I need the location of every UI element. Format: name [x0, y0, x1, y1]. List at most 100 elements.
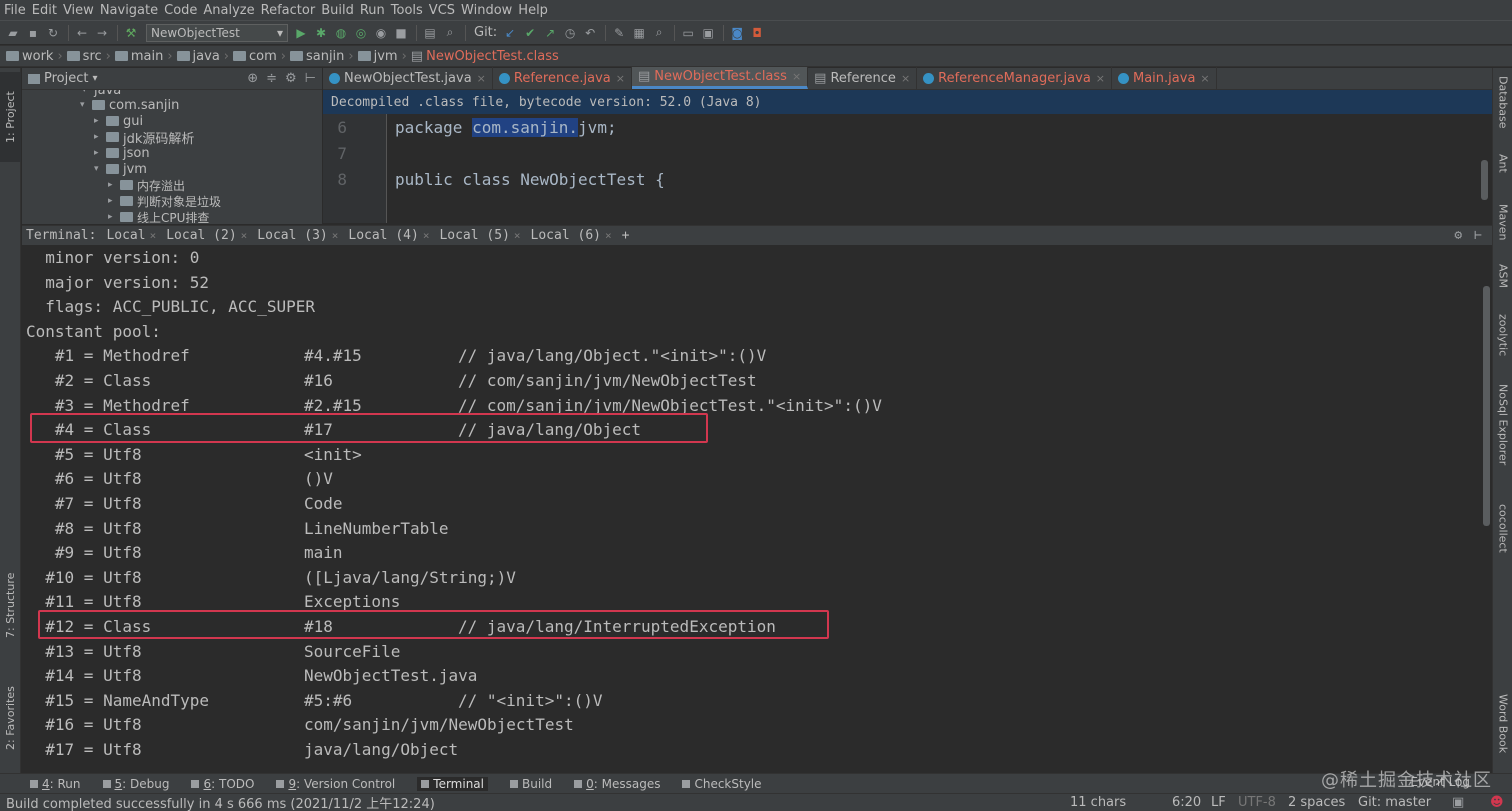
- new-terminal-button[interactable]: +: [622, 228, 630, 243]
- close-icon[interactable]: ×: [332, 229, 339, 242]
- coverage-icon[interactable]: ◍: [332, 24, 350, 42]
- close-icon[interactable]: ×: [514, 229, 521, 242]
- menu-analyze[interactable]: Analyze: [203, 3, 254, 18]
- menu-build[interactable]: Build: [321, 3, 354, 18]
- collapse-icon[interactable]: ≑: [266, 71, 277, 86]
- terminal-tab-local[interactable]: Local ×: [106, 228, 156, 243]
- search-icon[interactable]: ⌕: [441, 24, 459, 42]
- cocollect-tool-tab[interactable]: cocollect: [1493, 504, 1512, 584]
- git-update-icon[interactable]: ↙: [501, 24, 519, 42]
- save-icon[interactable]: ▪: [24, 24, 42, 42]
- database-tool-tab[interactable]: Database: [1493, 76, 1512, 146]
- plugin-red-icon[interactable]: ◘: [748, 24, 766, 42]
- open-folder-icon[interactable]: ▰: [4, 24, 22, 42]
- menu-edit[interactable]: Edit: [32, 3, 57, 18]
- sync-icon[interactable]: ↻: [44, 24, 62, 42]
- settings-wrench-icon[interactable]: ✎: [610, 24, 628, 42]
- debug-icon[interactable]: ✱: [312, 24, 330, 42]
- attach-icon[interactable]: ◉: [372, 24, 390, 42]
- breadcrumb-com[interactable]: com ›: [233, 49, 286, 64]
- hide-icon[interactable]: ⊢: [1474, 228, 1482, 243]
- rollback-icon[interactable]: ↶: [581, 24, 599, 42]
- locate-icon[interactable]: ⊕: [247, 71, 258, 86]
- menu-navigate[interactable]: Navigate: [100, 3, 158, 18]
- close-icon[interactable]: ×: [901, 72, 910, 85]
- menu-run[interactable]: Run: [360, 3, 385, 18]
- menu-window[interactable]: Window: [461, 3, 512, 18]
- editor-scrollbar[interactable]: [1481, 160, 1488, 200]
- close-icon[interactable]: ×: [1200, 72, 1209, 85]
- notification-icon[interactable]: ☻: [1490, 795, 1504, 810]
- gear-icon[interactable]: ⚙: [1454, 228, 1462, 243]
- structure-tool-tab[interactable]: 7: Structure: [0, 558, 21, 653]
- favorites-tool-tab[interactable]: 2: Favorites: [0, 668, 21, 768]
- tab-reference-java[interactable]: Reference.java ×: [493, 67, 632, 89]
- tree-node-cpu-troubleshoot[interactable]: ▸ 线上CPU排查: [108, 209, 209, 224]
- status-indent[interactable]: 2 spaces: [1288, 795, 1345, 810]
- tab-reference[interactable]: ▤ Reference ×: [808, 67, 918, 89]
- tree-node-jdk[interactable]: ▸ jdk源码解析: [94, 129, 194, 147]
- plugin-icon[interactable]: ▣: [699, 24, 717, 42]
- status-encoding[interactable]: UTF-8: [1238, 795, 1276, 810]
- ant-tool-tab[interactable]: Ant: [1493, 154, 1512, 194]
- terminal-tab-local-2[interactable]: Local (2) ×: [166, 228, 247, 243]
- close-icon[interactable]: ×: [605, 229, 612, 242]
- breadcrumb-src[interactable]: src ›: [66, 49, 111, 64]
- hide-icon[interactable]: ⊢: [305, 71, 316, 86]
- git-commit-icon[interactable]: ✔: [521, 24, 539, 42]
- close-icon[interactable]: ×: [792, 70, 801, 83]
- tab-referencemanager-java[interactable]: ReferenceManager.java ×: [917, 67, 1112, 89]
- close-icon[interactable]: ×: [616, 72, 625, 85]
- tool-tab-build[interactable]: Build: [510, 777, 552, 791]
- tree-node-garbage-detection[interactable]: ▸ 判断对象是垃圾: [108, 193, 221, 209]
- terminal-tab-local-6[interactable]: Local (6) ×: [531, 228, 612, 243]
- translate-icon[interactable]: ◙: [728, 24, 746, 42]
- close-icon[interactable]: ×: [423, 229, 430, 242]
- tab-newobjecttest-class[interactable]: ▤ NewObjectTest.class ×: [631, 67, 809, 89]
- terminal-tab-local-5[interactable]: Local (5) ×: [439, 228, 520, 243]
- status-git-branch[interactable]: Git: master: [1358, 795, 1431, 810]
- back-icon[interactable]: ←: [73, 24, 91, 42]
- maven-tool-tab[interactable]: Maven: [1493, 204, 1512, 254]
- terminal-tab-local-4[interactable]: Local (4) ×: [348, 228, 429, 243]
- build-hammer-icon[interactable]: ⚒: [122, 24, 140, 42]
- breadcrumb-main[interactable]: main ›: [114, 49, 173, 64]
- menu-refactor[interactable]: Refactor: [261, 3, 316, 18]
- terminal-output[interactable]: minor version: 0 major version: 52 flags…: [22, 246, 1492, 771]
- project-structure-icon[interactable]: ▦: [630, 24, 648, 42]
- tree-node-jvm[interactable]: ▾ jvm: [94, 161, 147, 177]
- chevron-down-icon[interactable]: ▾: [92, 73, 97, 84]
- terminal-scrollbar[interactable]: [1483, 286, 1490, 526]
- menu-code[interactable]: Code: [164, 3, 197, 18]
- word-book-tool-tab[interactable]: Word Book: [1493, 694, 1512, 769]
- breadcrumb-work[interactable]: work ›: [6, 49, 63, 64]
- project-tool-tab[interactable]: 1: Project: [0, 72, 21, 162]
- code-view[interactable]: 6 7 8 package com.sanjin.jvm; public cla…: [323, 114, 1492, 223]
- stop-icon[interactable]: ■: [392, 24, 410, 42]
- close-icon[interactable]: ×: [241, 229, 248, 242]
- terminal-tab-local-3[interactable]: Local (3) ×: [257, 228, 338, 243]
- menu-help[interactable]: Help: [518, 3, 548, 18]
- profile-icon[interactable]: ◎: [352, 24, 370, 42]
- status-line-separator[interactable]: LF: [1211, 795, 1226, 810]
- breadcrumb-jvm[interactable]: jvm ›: [357, 49, 407, 64]
- tool-tab-run[interactable]: 4: Run: [30, 777, 81, 791]
- status-message[interactable]: Build completed successfully in 4 s 666 …: [6, 793, 435, 811]
- breadcrumb-sanjin[interactable]: sanjin ›: [289, 49, 354, 64]
- file-structure-icon[interactable]: ▤: [421, 24, 439, 42]
- tree-node-com-sanjin[interactable]: ▾ com.sanjin: [80, 97, 179, 113]
- tool-tab-debug[interactable]: 5: Debug: [102, 777, 169, 791]
- lock-icon[interactable]: ▣: [1452, 795, 1464, 810]
- tab-newobjecttest-java[interactable]: NewObjectTest.java ×: [323, 67, 493, 89]
- menu-vcs[interactable]: VCS: [429, 3, 455, 18]
- forward-icon[interactable]: →: [93, 24, 111, 42]
- close-icon[interactable]: ×: [150, 229, 157, 242]
- status-position[interactable]: 6:20: [1172, 795, 1201, 810]
- git-push-icon[interactable]: ↗: [541, 24, 559, 42]
- zoolytic-tool-tab[interactable]: zoolytic: [1493, 314, 1512, 374]
- asm-tool-tab[interactable]: ASM: [1493, 264, 1512, 304]
- menu-tools[interactable]: Tools: [391, 3, 423, 18]
- terminal-window-icon[interactable]: ▭: [679, 24, 697, 42]
- tab-main-java[interactable]: Main.java ×: [1112, 67, 1217, 89]
- tool-tab-messages[interactable]: 0: Messages: [574, 777, 660, 791]
